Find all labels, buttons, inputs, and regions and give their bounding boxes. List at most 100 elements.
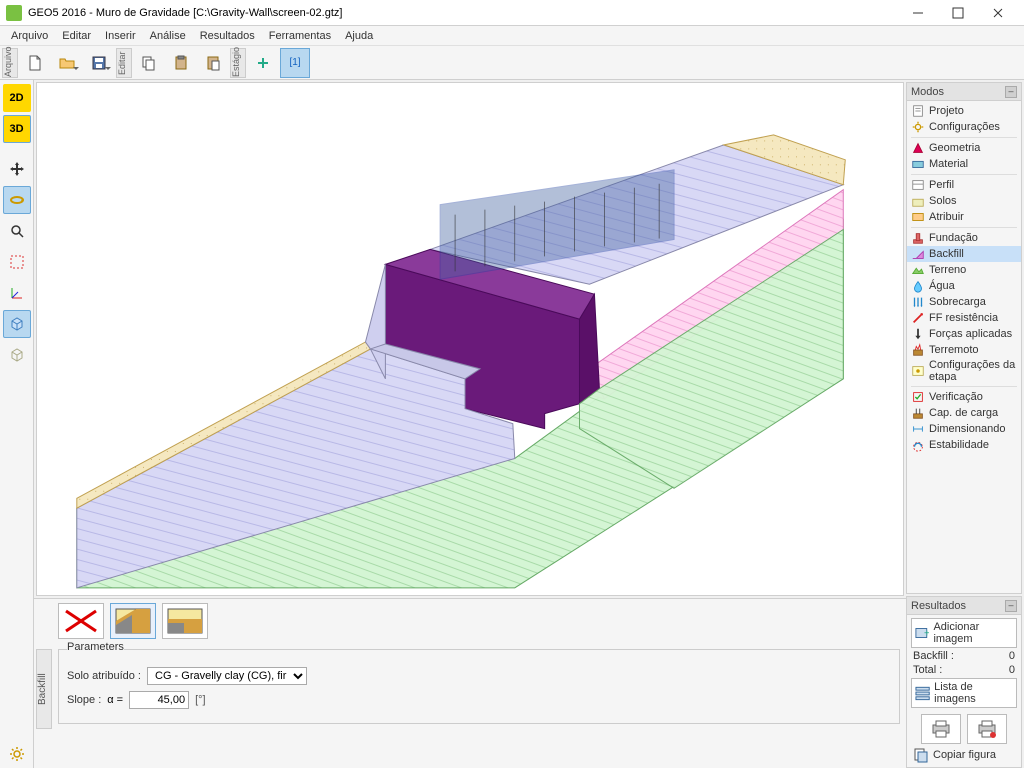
backfill-icon	[911, 247, 925, 261]
view-toolbar: 2D 3D	[0, 80, 34, 768]
modes-minimize-icon[interactable]: –	[1005, 86, 1017, 98]
backfill-shape-flat[interactable]	[162, 603, 208, 639]
mode-item-dimensionando[interactable]: Dimensionando	[907, 421, 1021, 437]
mode-item-verifica-o[interactable]: Verificação	[907, 389, 1021, 405]
add-image-button[interactable]: + Adicionar imagem	[911, 618, 1017, 648]
minimize-button[interactable]	[898, 0, 938, 26]
axes-button[interactable]	[3, 279, 31, 307]
mode-item-label: Geometria	[929, 142, 980, 154]
mode-item-atribuir[interactable]: Atribuir	[907, 209, 1021, 225]
mode-item-label: FF resistência	[929, 312, 998, 324]
menu-editar[interactable]: Editar	[55, 28, 98, 44]
settings-gear-button[interactable]	[3, 740, 31, 768]
paste-button[interactable]	[166, 48, 196, 78]
verify-icon	[911, 390, 925, 404]
assign-icon	[911, 210, 925, 224]
mode-item-backfill[interactable]: Backfill	[907, 246, 1021, 262]
right-column: Modos – Projeto Configurações Geometria Mat…	[906, 80, 1024, 768]
save-file-button[interactable]	[84, 48, 114, 78]
mode-item--gua[interactable]: Água	[907, 278, 1021, 294]
stage-icon	[911, 364, 925, 378]
soil-assigned-label: Solo atribuído :	[67, 670, 141, 682]
results-minimize-icon[interactable]: –	[1005, 600, 1017, 612]
mode-item-estabilidade[interactable]: Estabilidade	[907, 437, 1021, 453]
soil-icon	[911, 194, 925, 208]
maximize-button[interactable]	[938, 0, 978, 26]
modes-header: Modos –	[907, 83, 1021, 101]
ffres-icon	[911, 311, 925, 325]
add-stage-button[interactable]	[248, 48, 278, 78]
app-icon	[6, 5, 22, 21]
menu-analise[interactable]: Análise	[143, 28, 193, 44]
backfill-tab[interactable]: Backfill	[36, 649, 52, 729]
print-color-button[interactable]	[967, 714, 1007, 744]
slope-symbol: α =	[107, 694, 123, 706]
view-3d-button[interactable]: 3D	[3, 115, 31, 143]
3d-viewport[interactable]	[36, 82, 904, 596]
results-row-backfill: Backfill :0	[911, 650, 1017, 662]
mode-item-configura-es-da-etapa[interactable]: Configurações da etapa	[907, 358, 1021, 384]
open-file-button[interactable]	[52, 48, 82, 78]
zoom-button[interactable]	[3, 217, 31, 245]
menu-resultados[interactable]: Resultados	[193, 28, 262, 44]
menu-bar: Arquivo Editar Inserir Análise Resultado…	[0, 26, 1024, 46]
image-list-button[interactable]: Lista de imagens	[911, 678, 1017, 708]
pan-button[interactable]	[3, 155, 31, 183]
forces-icon	[911, 327, 925, 341]
mode-item-label: Fundação	[929, 232, 978, 244]
mode-item-label: Backfill	[929, 248, 964, 260]
workspace: 2D 3D	[0, 80, 1024, 768]
print-button[interactable]	[921, 714, 961, 744]
toolbar-group-editar: Editar	[116, 48, 132, 78]
menu-inserir[interactable]: Inserir	[98, 28, 143, 44]
mode-item-projeto[interactable]: Projeto	[907, 103, 1021, 119]
mode-item-label: Material	[929, 158, 968, 170]
results-panel: Resultados – + Adicionar imagem Backfill…	[906, 596, 1022, 768]
mode-item-terreno[interactable]: Terreno	[907, 262, 1021, 278]
backfill-shape-slope[interactable]	[110, 603, 156, 639]
mode-item-label: Sobrecarga	[929, 296, 986, 308]
stage-1-button[interactable]: [1]	[280, 48, 310, 78]
mode-item-terremoto[interactable]: Terremoto	[907, 342, 1021, 358]
mode-item-label: Projeto	[929, 105, 964, 117]
results-row-total: Total :0	[911, 664, 1017, 676]
toolbar-group-estagio: Estágio	[230, 48, 246, 78]
mode-item-material[interactable]: Material	[907, 156, 1021, 172]
mode-item-funda-o[interactable]: Fundação	[907, 230, 1021, 246]
modes-tree: Projeto Configurações Geometria Material Per…	[907, 101, 1021, 455]
copy-figure-button[interactable]: Copiar figura	[911, 746, 1017, 764]
zoom-extents-button[interactable]	[3, 248, 31, 276]
close-button[interactable]	[978, 0, 1018, 26]
wireframe-button[interactable]	[3, 341, 31, 369]
mode-item-for-as-aplicadas[interactable]: Forças aplicadas	[907, 326, 1021, 342]
mode-item-label: Estabilidade	[929, 439, 989, 451]
toolbar-group-arquivo: Arquivo	[2, 48, 18, 78]
box-view-button[interactable]	[3, 310, 31, 338]
mode-item-ff-resist-ncia[interactable]: FF resistência	[907, 310, 1021, 326]
menu-arquivo[interactable]: Arquivo	[4, 28, 55, 44]
bear-icon	[911, 406, 925, 420]
view-2d-button[interactable]: 2D	[3, 84, 31, 112]
menu-ajuda[interactable]: Ajuda	[338, 28, 380, 44]
surch-icon	[911, 295, 925, 309]
backfill-shape-none[interactable]	[58, 603, 104, 639]
soil-assigned-select[interactable]: CG - Gravelly clay (CG), firm consistenc…	[147, 667, 307, 685]
results-header: Resultados –	[907, 597, 1021, 615]
mode-item-sobrecarga[interactable]: Sobrecarga	[907, 294, 1021, 310]
slope-label: Slope :	[67, 694, 101, 706]
new-file-button[interactable]	[20, 48, 50, 78]
copy-button[interactable]	[134, 48, 164, 78]
rotate-button[interactable]	[3, 186, 31, 214]
parameters-label: Parameters	[67, 641, 124, 653]
menu-ferramentas[interactable]: Ferramentas	[262, 28, 338, 44]
mode-item-label: Configurações da etapa	[929, 359, 1017, 383]
slope-input[interactable]	[129, 691, 189, 709]
mode-item-solos[interactable]: Solos	[907, 193, 1021, 209]
mode-item-perfil[interactable]: Perfil	[907, 177, 1021, 193]
modes-panel: Modos – Projeto Configurações Geometria Mat…	[906, 82, 1022, 594]
mode-item-geometria[interactable]: Geometria	[907, 140, 1021, 156]
found-icon	[911, 231, 925, 245]
paste-special-button[interactable]	[198, 48, 228, 78]
mode-item-configura-es[interactable]: Configurações	[907, 119, 1021, 135]
mode-item-cap-de-carga[interactable]: Cap. de carga	[907, 405, 1021, 421]
